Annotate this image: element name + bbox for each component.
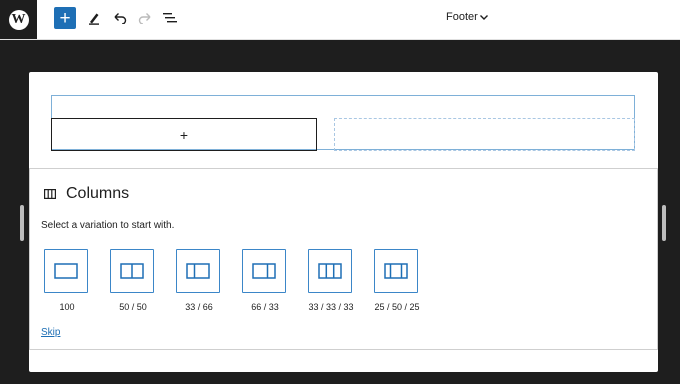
variation-label: 25 / 50 / 25 <box>374 302 420 312</box>
variation-label: 66 / 33 <box>251 302 279 312</box>
variation-label: 33 / 33 / 33 <box>308 302 354 312</box>
columns-icon <box>44 189 56 199</box>
empty-column-block-2[interactable] <box>334 118 635 151</box>
undo-icon <box>114 13 127 24</box>
add-block-button[interactable]: + <box>54 7 76 29</box>
variation-33-66[interactable]: 33 / 66 <box>176 249 222 312</box>
list-view-icon <box>163 13 177 23</box>
variation-label: 33 / 66 <box>185 302 213 312</box>
variation-50-50-button[interactable] <box>110 249 154 293</box>
left-resize-handle[interactable] <box>20 205 24 241</box>
variation-25-50-25-button[interactable] <box>374 249 418 293</box>
undo-button[interactable] <box>110 8 130 28</box>
site-logo-button[interactable]: W <box>0 0 37 39</box>
two-columns-33-66-icon <box>186 263 210 279</box>
skip-link[interactable]: Skip <box>41 327 60 338</box>
variation-66-33[interactable]: 66 / 33 <box>242 249 288 312</box>
editor-toolbar: W + Footer <box>0 0 680 40</box>
edit-tool-button[interactable] <box>84 8 104 28</box>
empty-column-block[interactable]: + <box>51 118 317 151</box>
one-column-icon <box>54 263 78 279</box>
list-view-button[interactable] <box>160 8 180 28</box>
variation-label: 100 <box>59 302 75 312</box>
variation-25-50-25[interactable]: 25 / 50 / 25 <box>374 249 420 312</box>
columns-placeholder: Columns Select a variation to start with… <box>29 168 658 350</box>
variation-100[interactable]: 100 <box>44 249 90 312</box>
pen-icon <box>89 13 99 25</box>
variation-33-33-33-button[interactable] <box>308 249 352 293</box>
chevron-down-icon[interactable] <box>479 12 489 22</box>
variation-label: 50 / 50 <box>119 302 147 312</box>
redo-icon <box>138 13 151 24</box>
three-columns-wide-center-icon <box>384 263 408 279</box>
two-columns-icon <box>120 263 144 279</box>
plus-icon: + <box>59 7 71 29</box>
variation-66-33-button[interactable] <box>242 249 286 293</box>
add-block-plus-icon[interactable]: + <box>180 127 188 143</box>
variation-50-50[interactable]: 50 / 50 <box>110 249 156 312</box>
document-title[interactable]: Footer <box>446 11 478 23</box>
variation-100-button[interactable] <box>44 249 88 293</box>
three-columns-icon <box>318 263 342 279</box>
redo-button[interactable] <box>135 8 155 28</box>
variation-33-33-33[interactable]: 33 / 33 / 33 <box>308 249 354 312</box>
right-resize-handle[interactable] <box>662 205 666 241</box>
variation-33-66-button[interactable] <box>176 249 220 293</box>
two-columns-66-33-icon <box>252 263 276 279</box>
wordpress-logo-icon: W <box>8 9 29 30</box>
placeholder-instructions: Select a variation to start with. <box>41 220 175 231</box>
placeholder-title: Columns <box>66 185 130 202</box>
